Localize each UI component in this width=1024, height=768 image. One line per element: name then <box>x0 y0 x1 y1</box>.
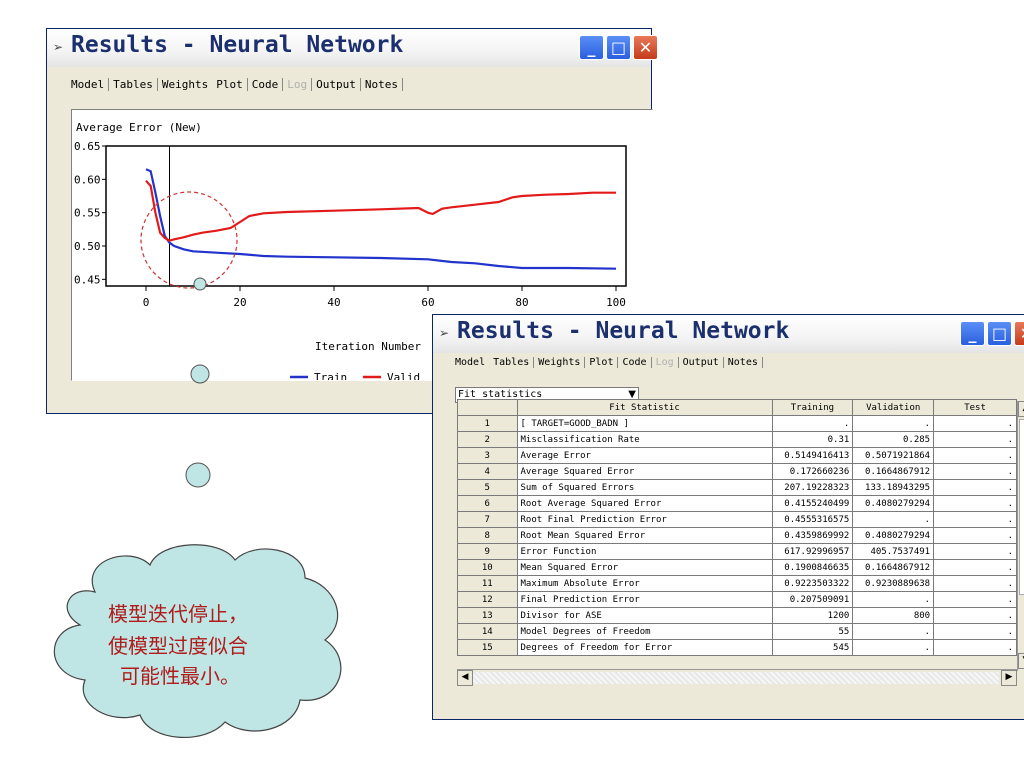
cloud-line-3: 可能性最小。 <box>120 664 240 688</box>
thought-bubble-medium <box>185 462 211 488</box>
thought-bubble-tiny <box>193 277 207 291</box>
cloud-line-1: 模型迭代停止， <box>108 602 248 626</box>
thought-bubble-small <box>190 364 210 384</box>
cloud-line-2: 使模型过度似合 <box>108 634 248 658</box>
